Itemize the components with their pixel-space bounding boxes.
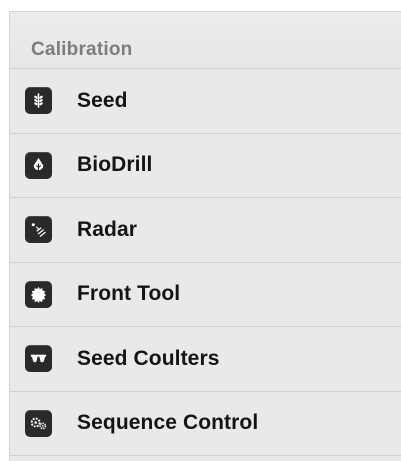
sidebar-item-seed-coulters[interactable]: Seed Coulters — [10, 327, 401, 392]
sidebar-item-radar[interactable]: Radar — [10, 198, 401, 263]
section-header-calibration: Calibration — [10, 12, 401, 69]
sidebar-item-label: Front Tool — [77, 282, 181, 306]
sidebar-item-label: Seed — [77, 88, 128, 112]
calibration-sidebar: Calibration Seed BioDrill Radar Front To… — [9, 11, 401, 461]
sidebar-item-seed[interactable]: Seed — [10, 69, 401, 134]
sidebar-item-label: Radar — [77, 217, 138, 241]
sidebar-item-label: Seed Coulters — [77, 346, 220, 370]
wheat-icon — [25, 87, 52, 115]
gears-icon — [25, 409, 52, 437]
radar-icon — [25, 216, 52, 244]
sidebar-item-label: BioDrill — [77, 153, 153, 177]
coulter-icon — [25, 345, 52, 373]
gear-blade-icon — [25, 280, 52, 308]
sidebar-item-sequence-control[interactable]: Sequence Control — [10, 391, 401, 456]
sidebar-item-biodrill[interactable]: BioDrill — [10, 133, 401, 198]
sidebar-item-label: Sequence Control — [77, 411, 259, 435]
drop-icon — [25, 151, 52, 179]
sidebar-item-front-tool[interactable]: Front Tool — [10, 262, 401, 327]
